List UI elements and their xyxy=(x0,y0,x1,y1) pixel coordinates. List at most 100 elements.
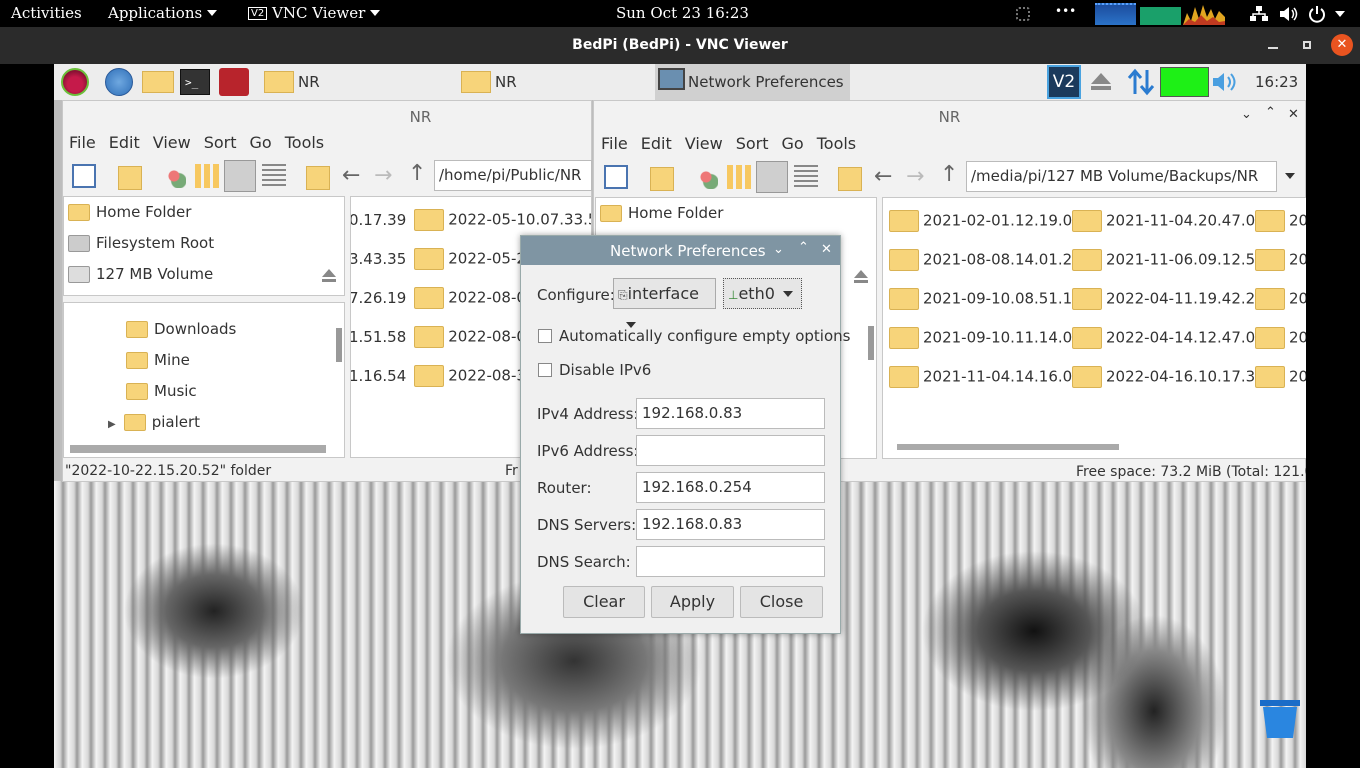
close-button[interactable]: Close xyxy=(740,586,823,618)
raspberry-menu-icon[interactable] xyxy=(61,68,89,96)
close-icon[interactable]: ✕ xyxy=(1288,107,1299,122)
new-folder-icon[interactable] xyxy=(118,166,142,190)
expand-arrow-icon[interactable]: ▶ xyxy=(108,419,116,430)
configure-type-select[interactable]: ⎘interface xyxy=(613,278,716,328)
file-item[interactable]: 20 xyxy=(1255,327,1306,349)
volume-icon[interactable] xyxy=(1280,6,1298,22)
vnc-app-menu[interactable]: V2 VNC Viewer xyxy=(248,4,381,22)
menu-tools[interactable]: Tools xyxy=(285,133,324,152)
close-icon[interactable]: ✕ xyxy=(821,242,832,257)
file-item[interactable]: 20 xyxy=(1255,366,1306,388)
web-browser-icon[interactable] xyxy=(105,68,133,96)
task-nr-1[interactable]: NR xyxy=(262,64,458,100)
ipv6-input[interactable] xyxy=(636,435,825,466)
close-window-button[interactable]: ✕ xyxy=(1331,34,1353,56)
up-arrow-icon[interactable]: ↑ xyxy=(408,161,426,186)
power-icon[interactable] xyxy=(1308,5,1326,23)
file-item[interactable]: 2021-11-06.09.12.52 xyxy=(1072,249,1265,271)
file-item[interactable]: 2022-04-14.12.47.01 xyxy=(1072,327,1265,349)
tree-downloads[interactable]: Downloads xyxy=(126,320,236,338)
file-item[interactable]: 20 xyxy=(1255,288,1306,310)
disable-ipv6-checkbox[interactable] xyxy=(538,363,552,377)
system-menu-chevron-icon[interactable] xyxy=(1335,11,1345,17)
screenshot-icon[interactable] xyxy=(1016,7,1030,21)
mathematica-icon[interactable] xyxy=(219,68,249,96)
file-item[interactable]: 2021-02-01.12.19.04 xyxy=(889,210,1082,232)
back-arrow-icon[interactable]: ← xyxy=(874,164,892,189)
compact-view-icon[interactable] xyxy=(756,161,788,193)
minimize-chevron-icon[interactable]: ⌄ xyxy=(773,242,784,257)
home-icon[interactable] xyxy=(306,166,330,190)
place-127mb-volume[interactable]: 127 MB Volume xyxy=(68,265,213,283)
path-dropdown-icon[interactable] xyxy=(1285,173,1295,179)
place-filesystem-root[interactable]: Filesystem Root xyxy=(68,234,214,252)
activities-button[interactable]: Activities xyxy=(11,4,82,22)
new-window-icon[interactable] xyxy=(604,165,628,189)
horizontal-scrollbar[interactable] xyxy=(897,444,1119,450)
taskbar-clock[interactable]: 16:23 xyxy=(1255,73,1298,91)
thumbnail-view-icon[interactable] xyxy=(195,164,219,188)
minimize-icon[interactable] xyxy=(1268,47,1278,49)
file-row[interactable]: 7.26.19 2022-08-04. xyxy=(351,287,540,309)
maximize-icon[interactable] xyxy=(1303,41,1311,49)
minimize-chevron-icon[interactable]: ⌄ xyxy=(1241,107,1252,122)
interface-select[interactable]: ⊥eth0 xyxy=(723,278,802,309)
forward-arrow-icon[interactable]: → xyxy=(374,163,392,188)
path-input[interactable]: /home/pi/Public/NR xyxy=(434,160,592,191)
file-manager-icon[interactable] xyxy=(142,71,174,93)
task-nr-2[interactable]: NR xyxy=(459,64,655,100)
eject-icon[interactable] xyxy=(854,270,868,284)
maximize-chevron-icon[interactable]: ⌃ xyxy=(1265,105,1276,120)
menu-file[interactable]: File xyxy=(601,134,628,153)
vertical-scrollbar[interactable] xyxy=(868,326,874,360)
menu-view[interactable]: View xyxy=(153,133,191,152)
apply-button[interactable]: Apply xyxy=(651,586,734,618)
volume-icon[interactable] xyxy=(1213,72,1241,92)
tree-mine[interactable]: Mine xyxy=(126,351,190,369)
new-window-icon[interactable] xyxy=(72,164,96,188)
home-icon[interactable] xyxy=(838,167,862,191)
file-item[interactable]: 2021-11-04.14.16.03 xyxy=(889,366,1082,388)
trash-icon[interactable] xyxy=(1258,696,1302,740)
compact-view-icon[interactable] xyxy=(224,160,256,192)
file-item[interactable]: 2021-11-04.20.47.06 xyxy=(1072,210,1265,232)
more-icon[interactable]: ••• xyxy=(1055,4,1076,18)
network-wired-icon[interactable] xyxy=(1250,6,1268,22)
horizontal-scrollbar[interactable] xyxy=(70,445,326,453)
thumbnail-view-icon[interactable] xyxy=(727,165,751,189)
file-item[interactable]: 2022-04-16.10.17.39 xyxy=(1072,366,1265,388)
place-home-folder[interactable]: Home Folder xyxy=(68,203,191,221)
list-view-icon[interactable] xyxy=(262,164,286,188)
menu-edit[interactable]: Edit xyxy=(641,134,672,153)
file-item[interactable]: 20 xyxy=(1255,210,1306,232)
file-item[interactable]: 2021-09-10.08.51.10 xyxy=(889,288,1082,310)
file-row[interactable]: 3.43.35 2022-05-21 xyxy=(351,248,535,270)
path-input[interactable]: /media/pi/127 MB Volume/Backups/NR xyxy=(966,161,1277,192)
new-folder-icon[interactable] xyxy=(650,167,674,191)
icon-view-icon[interactable] xyxy=(694,165,718,189)
router-input[interactable]: 192.168.0.254 xyxy=(636,472,825,503)
tree-pialert[interactable]: ▶ pialert xyxy=(108,413,200,431)
file-item[interactable]: 2021-08-08.14.01.20 xyxy=(889,249,1082,271)
icon-view-icon[interactable] xyxy=(162,164,186,188)
menu-go[interactable]: Go xyxy=(250,133,272,152)
eject-icon[interactable] xyxy=(322,269,336,283)
place-home-folder[interactable]: Home Folder xyxy=(600,204,723,222)
file-row[interactable]: 1.51.58 2022-08-09. xyxy=(351,326,540,348)
dns-servers-input[interactable]: 192.168.0.83 xyxy=(636,509,825,540)
file-item[interactable]: 2021-09-10.11.14.02 xyxy=(889,327,1082,349)
gnome-clock[interactable]: Sun Oct 23 16:23 xyxy=(616,4,749,22)
menu-edit[interactable]: Edit xyxy=(109,133,140,152)
menu-sort[interactable]: Sort xyxy=(204,133,237,152)
menu-file[interactable]: File xyxy=(69,133,96,152)
menu-go[interactable]: Go xyxy=(782,134,804,153)
dns-search-input[interactable] xyxy=(636,546,825,577)
applications-menu[interactable]: Applications xyxy=(108,4,218,22)
ipv4-input[interactable]: 192.168.0.83 xyxy=(636,398,825,429)
menu-tools[interactable]: Tools xyxy=(817,134,856,153)
file-row[interactable]: 1.16.54 2022-08-30. xyxy=(351,365,540,387)
menu-view[interactable]: View xyxy=(685,134,723,153)
forward-arrow-icon[interactable]: → xyxy=(906,164,924,189)
file-row[interactable]: 0.17.39 2022-05-10.07.33.53 xyxy=(351,209,591,231)
file-item[interactable]: 20 xyxy=(1255,249,1306,271)
